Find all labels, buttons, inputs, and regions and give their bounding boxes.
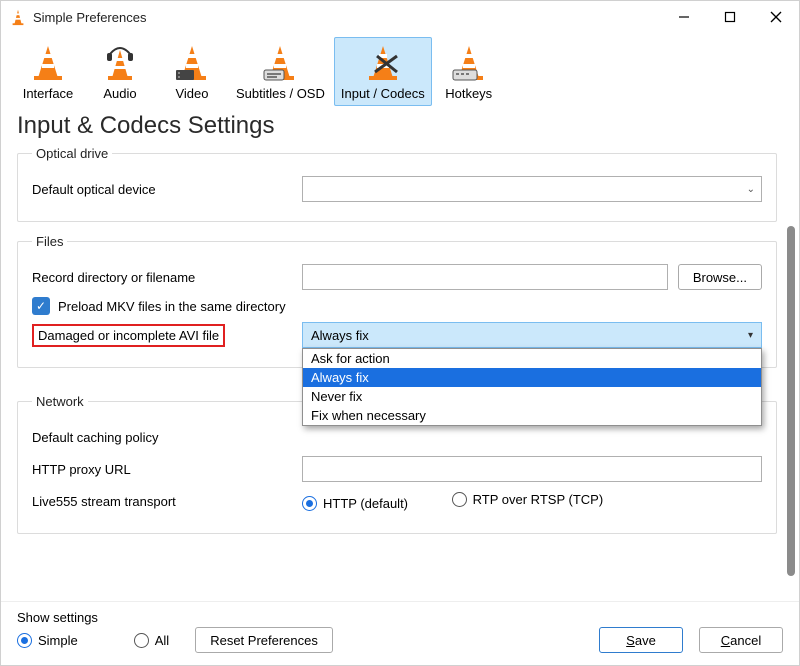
cat-label: Hotkeys (445, 86, 492, 101)
live555-label: Live555 stream transport (32, 494, 302, 509)
checkbox-label: Preload MKV files in the same directory (58, 299, 286, 314)
cat-label: Interface (23, 86, 74, 101)
dropdown-arrow-icon: ▾ (748, 330, 753, 341)
settings-content: Optical drive Default optical device ⌄ F… (17, 146, 783, 586)
btn-text-rest: ave (635, 633, 656, 648)
cone-keyboard-icon (449, 42, 489, 82)
vlc-app-icon (9, 8, 27, 26)
avi-option-never[interactable]: Never fix (303, 387, 761, 406)
group-files: Files Record directory or filename Brows… (17, 234, 777, 368)
radio-label: HTTP (default) (323, 496, 408, 511)
page-title: Input & Codecs Settings (17, 112, 799, 140)
btn-text-rest: ancel (730, 633, 761, 648)
cat-video[interactable]: Video (157, 37, 227, 106)
save-button[interactable]: Save (599, 627, 683, 653)
avi-fix-combo[interactable]: Always fix ▾ Ask for action Always fix N… (302, 322, 762, 348)
cancel-button[interactable]: Cancel (699, 627, 783, 653)
optical-device-label: Default optical device (32, 182, 302, 197)
cone-tools-icon (363, 42, 403, 82)
group-optical-drive: Optical drive Default optical device ⌄ (17, 146, 777, 222)
radio-label: Simple (38, 633, 78, 648)
titlebar: Simple Preferences (1, 1, 799, 33)
cat-label: Input / Codecs (341, 86, 425, 101)
cone-icon (28, 42, 68, 82)
radio-label: All (155, 633, 169, 648)
cat-interface[interactable]: Interface (13, 37, 83, 106)
cat-subtitles[interactable]: Subtitles / OSD (229, 37, 332, 106)
cone-headphones-icon (100, 42, 140, 82)
avi-fix-dropdown-list: Ask for action Always fix Never fix Fix … (302, 348, 762, 426)
live555-rtp-radio[interactable]: RTP over RTSP (TCP) (452, 492, 604, 507)
group-legend: Network (32, 394, 88, 409)
cat-label: Video (175, 86, 208, 101)
browse-button[interactable]: Browse... (678, 264, 762, 290)
avi-option-when-necessary[interactable]: Fix when necessary (303, 406, 761, 425)
maximize-button[interactable] (707, 1, 753, 33)
cat-input-codecs[interactable]: Input / Codecs (334, 37, 432, 106)
cat-label: Audio (103, 86, 136, 101)
optical-device-combo[interactable]: ⌄ (302, 176, 762, 202)
cat-audio[interactable]: Audio (85, 37, 155, 106)
avi-option-always[interactable]: Always fix (303, 368, 761, 387)
avi-file-label: Damaged or incomplete AVI file (32, 324, 225, 347)
avi-option-ask[interactable]: Ask for action (303, 349, 761, 368)
show-settings-simple-radio[interactable]: Simple (17, 633, 78, 648)
group-legend: Optical drive (32, 146, 112, 161)
bottom-bar: Show settings Simple All Reset Preferenc… (1, 601, 799, 665)
minimize-button[interactable] (661, 1, 707, 33)
show-settings-all-radio[interactable]: All (134, 633, 169, 648)
caching-policy-label: Default caching policy (32, 430, 302, 445)
reset-preferences-button[interactable]: Reset Preferences (195, 627, 333, 653)
cone-film-icon (172, 42, 212, 82)
cat-hotkeys[interactable]: Hotkeys (434, 37, 504, 106)
content-scrollbar[interactable] (787, 226, 795, 576)
show-settings-label: Show settings (17, 610, 783, 625)
close-button[interactable] (753, 1, 799, 33)
cat-label: Subtitles / OSD (236, 86, 325, 101)
chevron-down-icon: ⌄ (747, 184, 755, 195)
window-title: Simple Preferences (33, 10, 146, 25)
cone-subtitle-icon (260, 42, 300, 82)
radio-icon (17, 633, 32, 648)
radio-label: RTP over RTSP (TCP) (473, 492, 604, 507)
record-dir-label: Record directory or filename (32, 270, 302, 285)
record-dir-input[interactable] (302, 264, 668, 290)
group-legend: Files (32, 234, 67, 249)
radio-icon (452, 492, 467, 507)
radio-icon (302, 496, 317, 511)
preload-mkv-checkbox[interactable]: ✓ Preload MKV files in the same director… (32, 297, 762, 315)
http-proxy-label: HTTP proxy URL (32, 462, 302, 477)
combo-value: Always fix (311, 328, 369, 343)
radio-icon (134, 633, 149, 648)
category-toolbar: Interface Audio Video Subtitles / OSD In… (1, 33, 799, 108)
live555-http-radio[interactable]: HTTP (default) (302, 496, 408, 511)
check-icon: ✓ (32, 297, 50, 315)
http-proxy-input[interactable] (302, 456, 762, 482)
